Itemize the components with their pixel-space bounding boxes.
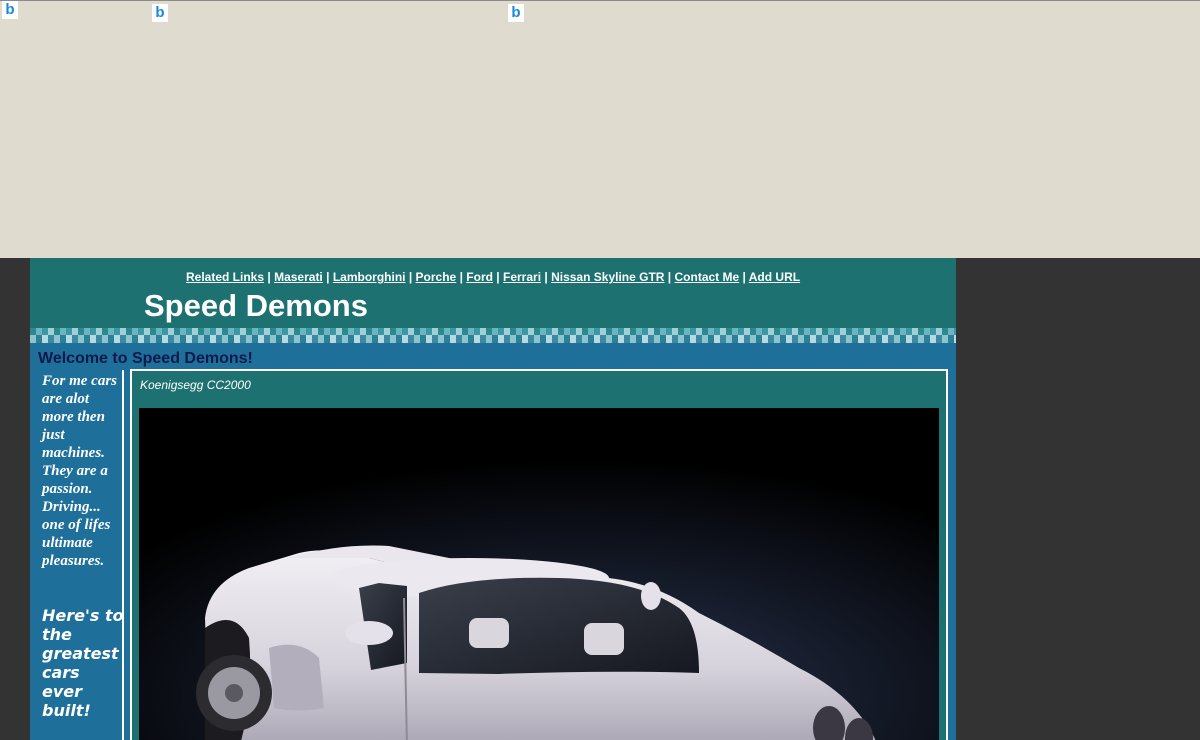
welcome-heading: Welcome to Speed Demons!	[38, 350, 253, 367]
nav-separator: |	[742, 270, 746, 284]
nav-ferrari[interactable]: Ferrari	[503, 270, 541, 284]
bing-icon[interactable]: b	[152, 4, 168, 22]
car-image	[139, 408, 939, 740]
nav-contact-me[interactable]: Contact Me	[675, 270, 740, 284]
sidebar-text-passion: For me cars are alot more then just mach…	[42, 373, 117, 569]
header: Related Links | Maserati | Lamborghini |…	[30, 258, 956, 328]
site-title: Speed Demons	[144, 288, 368, 323]
nav-lamborghini[interactable]: Lamborghini	[333, 270, 406, 284]
nav-separator: |	[496, 270, 500, 284]
checker-divider	[30, 328, 956, 343]
top-band	[0, 0, 1200, 258]
nav-nissan-skyline-gtr[interactable]: Nissan Skyline GTR	[551, 270, 664, 284]
bing-icon[interactable]: b	[508, 4, 524, 22]
bing-icon[interactable]: b	[2, 1, 18, 19]
nav-links: Related Links | Maserati | Lamborghini |…	[186, 270, 800, 284]
sidebar-text-greatest: Here's to the greatest cars ever built!	[42, 606, 124, 720]
car-photo[interactable]	[139, 408, 939, 740]
sidebar-divider	[122, 370, 124, 740]
feature-caption: Koenigsegg CC2000	[140, 378, 251, 392]
nav-separator: |	[667, 270, 672, 284]
feature-box: Koenigsegg CC2000	[130, 369, 948, 740]
nav-ford[interactable]: Ford	[466, 270, 493, 284]
nav-add-url[interactable]: Add URL	[749, 270, 800, 284]
nav-maserati[interactable]: Maserati	[274, 270, 323, 284]
nav-separator: |	[326, 270, 330, 284]
nav-separator: |	[459, 270, 463, 284]
nav-separator: |	[544, 270, 548, 284]
site-container: Related Links | Maserati | Lamborghini |…	[30, 258, 956, 740]
nav-porche[interactable]: Porche	[416, 270, 457, 284]
nav-separator: |	[408, 270, 413, 284]
nav-separator: |	[267, 270, 271, 284]
nav-related-links[interactable]: Related Links	[186, 270, 264, 284]
